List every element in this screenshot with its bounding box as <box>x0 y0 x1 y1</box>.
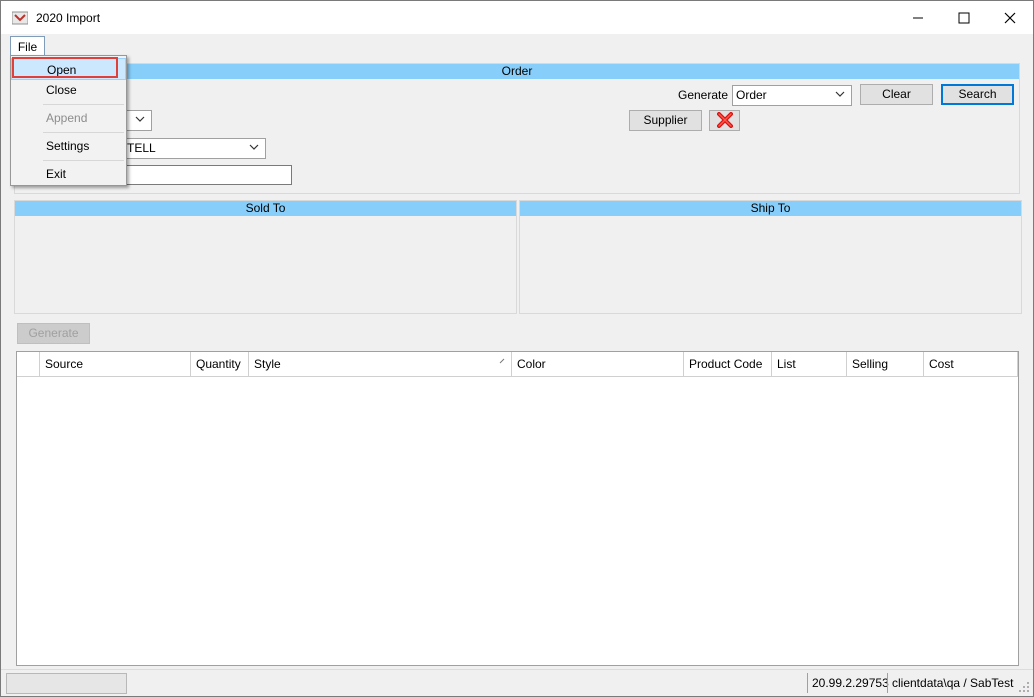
row-header-column[interactable] <box>17 352 40 376</box>
menu-item-close[interactable]: Close <box>11 79 126 101</box>
search-button[interactable]: Search <box>941 84 1014 105</box>
clear-button[interactable]: Clear <box>860 84 933 105</box>
order-panel: Order Generate Order Clear Search Suppli… <box>14 63 1020 194</box>
progress-bar <box>6 673 127 694</box>
column-source[interactable]: Source <box>40 352 191 376</box>
ship-to-header: Ship To <box>520 201 1021 216</box>
supplier-button[interactable]: Supplier <box>629 110 702 131</box>
window-title: 2020 Import <box>36 11 101 25</box>
ship-to-panel: Ship To <box>519 200 1022 314</box>
menu-bar: File <box>1 34 1033 56</box>
generate-label: Generate <box>678 88 729 102</box>
menu-file[interactable]: File <box>10 36 45 56</box>
maximize-icon <box>958 12 970 23</box>
partial-text-input[interactable] <box>115 165 292 185</box>
column-cost[interactable]: Cost <box>924 352 1018 376</box>
status-version: 20.99.2.29753 <box>807 673 889 693</box>
status-connection: clientdata\qa / SabTest <box>887 673 1018 693</box>
title-bar: 2020 Import <box>1 1 1033 34</box>
minimize-button[interactable] <box>895 1 941 34</box>
menu-separator <box>43 160 124 161</box>
sold-to-header: Sold To <box>15 201 516 216</box>
menu-separator <box>43 104 124 105</box>
menu-separator <box>43 132 124 133</box>
menu-item-append[interactable]: Append <box>11 107 126 129</box>
generate-select[interactable]: Order <box>732 85 852 106</box>
column-color[interactable]: Color <box>512 352 684 376</box>
items-grid[interactable]: Source Quantity Style Color Product Code… <box>16 351 1019 666</box>
app-window: 2020 Import File Order Generate Order Cl… <box>0 0 1034 697</box>
menu-item-exit[interactable]: Exit <box>11 163 126 185</box>
generate-select-value: Order <box>736 88 767 102</box>
partial-select-2[interactable]: TELL <box>115 138 266 159</box>
column-selling[interactable]: Selling <box>847 352 924 376</box>
highlight-annotation <box>12 57 118 78</box>
close-icon <box>1004 12 1016 23</box>
maximize-button[interactable] <box>941 1 987 34</box>
red-x-icon <box>716 112 733 128</box>
column-list[interactable]: List <box>772 352 847 376</box>
minimize-icon <box>913 17 923 18</box>
close-button[interactable] <box>987 1 1033 34</box>
grid-header: Source Quantity Style Color Product Code… <box>17 352 1018 377</box>
resize-grip-icon[interactable] <box>1019 682 1030 693</box>
generate-button[interactable]: Generate <box>17 323 90 344</box>
column-product-code[interactable]: Product Code <box>684 352 772 376</box>
order-panel-header: Order <box>15 64 1019 79</box>
status-bar: 20.99.2.29753 clientdata\qa / SabTest <box>1 669 1033 696</box>
app-icon <box>12 11 28 25</box>
chevron-down-icon <box>835 91 845 97</box>
column-style[interactable]: Style <box>249 352 512 376</box>
column-style-label: Style <box>254 357 281 371</box>
chevron-down-icon <box>249 144 259 150</box>
sold-to-panel: Sold To <box>14 200 517 314</box>
sort-indicator-icon <box>499 358 505 364</box>
delete-button[interactable] <box>709 110 740 131</box>
column-quantity[interactable]: Quantity <box>191 352 249 376</box>
menu-item-settings[interactable]: Settings <box>11 135 126 157</box>
chevron-down-icon <box>135 116 145 122</box>
